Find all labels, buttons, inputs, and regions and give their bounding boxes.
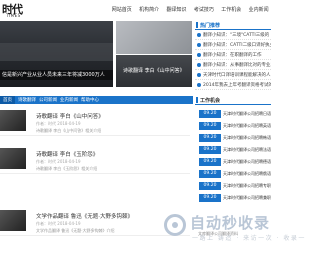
doc-link[interactable]: 文库翻译公司翻译资料	[198, 231, 238, 237]
nav-item-home[interactable]: 网站首页	[108, 6, 135, 14]
article-summary: 诗歌翻译 李白《山中问答》相关介绍	[36, 128, 102, 133]
logo-subtext: TIMES	[6, 13, 21, 18]
article-thumbnail[interactable]	[0, 110, 26, 131]
tab-help-center[interactable]: 帮助中心	[81, 97, 99, 103]
job-date-badge: 09.20	[199, 182, 221, 190]
article-title[interactable]: 诗歌翻译 李白《玉阶怨》	[36, 150, 98, 158]
nav-item-jobs[interactable]: 工作机会	[218, 6, 245, 14]
job-date-badge: 09.20	[199, 110, 221, 118]
bullet-icon	[197, 82, 201, 87]
tab-home[interactable]: 首页	[0, 96, 15, 104]
article-meta: 作者：时代 2018-04-19	[36, 121, 81, 126]
job-date-badge: 09.20	[199, 194, 221, 202]
article-meta: 作者：时代 2018-04-19	[36, 221, 81, 226]
hot-list-item[interactable]: 2014年我去上年考翻译资格考试的技巧方法	[195, 80, 271, 90]
category-tab-bar: 首页 诗歌翻译 公司新闻 业内新闻 帮助中心	[0, 96, 193, 104]
hot-item-text: 翻译小知识：CATTI二级口译好执业	[203, 42, 271, 48]
job-date-badge: 09.20	[199, 122, 221, 130]
bullet-icon	[197, 32, 201, 37]
job-title: 天津时代翻译公司招聘兼职	[223, 195, 271, 200]
hero-banner-side-top[interactable]	[116, 21, 192, 54]
watermark-overlay: 自动秒收录 一路上 铸造 · 来访一次 · 收录一	[162, 208, 304, 248]
nav-item-about[interactable]: 机构简介	[135, 6, 162, 14]
job-list-item[interactable]: 09.20 天津时代翻译公司招聘德语	[195, 157, 271, 167]
hero-caption[interactable]: 信是新兴产业从业人员未来三年将减3000万人	[0, 70, 113, 80]
panel-marker-icon	[196, 97, 198, 103]
nav-item-knowledge[interactable]: 翻译知识	[163, 6, 190, 14]
job-title: 天津时代翻译公司招聘韩语	[223, 135, 271, 140]
watermark-title: 自动秒收录	[190, 214, 271, 232]
hot-list-item[interactable]: 翻译小知识：在职翻译的工作	[195, 50, 271, 60]
bullet-icon	[197, 52, 201, 57]
hot-list-item[interactable]: 翻译小知识："三境"CATTI三级的	[195, 30, 271, 40]
job-panel-header: 工作机会	[195, 96, 271, 105]
job-list-item[interactable]: 09.20 天津时代翻译公司招聘韩语	[195, 133, 271, 143]
job-date-badge: 09.20	[199, 146, 221, 154]
hot-item-text: 天津时代口译培训课程能解决的人	[203, 72, 271, 78]
nav-item-news[interactable]: 业内新闻	[245, 6, 272, 14]
job-list-item[interactable]: 09.20 天津时代翻译公司招聘日语	[195, 109, 271, 119]
job-title: 天津时代翻译公司招聘日语	[223, 111, 271, 116]
tab-industry-news[interactable]: 业内新闻	[60, 97, 78, 103]
bullet-icon	[197, 62, 201, 67]
job-date-badge: 09.20	[199, 170, 221, 178]
bullet-icon	[197, 42, 201, 47]
hero-side-caption: 诗歌翻译 李白《山中问答》	[123, 68, 185, 74]
job-date-badge: 09.20	[199, 134, 221, 142]
watermark-logo-icon	[162, 212, 188, 238]
hot-list-item[interactable]: 天津时代口译培训课程能解决的人	[195, 70, 271, 80]
hot-item-text: 翻译小知识：从事翻译比对的专业工作	[203, 62, 271, 68]
job-date-badge: 09.20	[199, 158, 221, 166]
hot-recommend-panel: 热门推荐 翻译小知识："三境"CATTI三级的 翻译小知识：CATTI二级口译好…	[195, 21, 271, 95]
hot-panel-title: 热门推荐	[200, 22, 221, 29]
hot-item-text: 2014年我去上年考翻译资格考试的技巧方法	[203, 82, 271, 88]
job-list-item[interactable]: 09.20 天津时代翻译公司招聘专职	[195, 181, 271, 191]
article-thumbnail[interactable]	[0, 148, 26, 169]
hot-list-item[interactable]: 翻译小知识：从事翻译比对的专业工作	[195, 60, 271, 70]
job-list-item[interactable]: 09.20 天津时代翻译公司招聘英语	[195, 121, 271, 131]
article-meta: 作者：时代 2018-04-19	[36, 159, 81, 164]
job-title: 天津时代翻译公司招聘德语	[223, 159, 271, 164]
hot-list-item[interactable]: 翻译小知识：CATTI二级口译好执业	[195, 40, 271, 50]
tab-poetry-translation[interactable]: 诗歌翻译	[18, 97, 36, 103]
watermark-dot-icon	[172, 222, 178, 228]
job-list-item[interactable]: 09.20 天津时代翻译公司招聘俄语	[195, 169, 271, 179]
site-logo[interactable]: 时代 TIMES	[2, 1, 23, 19]
article-title[interactable]: 文学作品翻译 鲁迅《无题·大野多钩棘》	[36, 212, 133, 220]
hero-banner-side-bottom[interactable]: 诗歌翻译 李白《山中问答》	[116, 55, 192, 87]
hot-panel-header: 热门推荐	[195, 21, 271, 30]
job-list-item[interactable]: 09.20 天津时代翻译公司招聘法语	[195, 145, 271, 155]
article-item[interactable]: 诗歌翻译 李白《玉阶怨》 作者：时代 2018-04-19 诗歌翻译 李白《玉阶…	[0, 144, 190, 174]
job-title: 天津时代翻译公司招聘英语	[223, 123, 271, 128]
header: 时代 TIMES 网站首页 机构简介 翻译知识 考试技巧 工作机会 业内新闻	[0, 0, 271, 21]
bullet-icon	[197, 72, 201, 77]
job-title: 天津时代翻译公司招聘俄语	[223, 171, 271, 176]
top-navigation: 网站首页 机构简介 翻译知识 考试技巧 工作机会 业内新闻	[108, 6, 272, 14]
article-title[interactable]: 诗歌翻译 李白《山中问答》	[36, 112, 104, 120]
hot-item-text: 翻译小知识："三境"CATTI三级的	[203, 32, 270, 38]
job-title: 天津时代翻译公司招聘专职	[223, 183, 271, 188]
article-item[interactable]: 诗歌翻译 李白《山中问答》 作者：时代 2018-04-19 诗歌翻译 李白《山…	[0, 106, 190, 136]
article-thumbnail[interactable]	[0, 210, 26, 231]
article-summary: 文学作品翻译 鲁迅《无题·大野多钩棘》介绍	[36, 228, 115, 233]
nav-item-exam-tips[interactable]: 考试技巧	[190, 6, 217, 14]
tab-company-news[interactable]: 公司新闻	[39, 97, 57, 103]
hot-item-text: 翻译小知识：在职翻译的工作	[203, 52, 262, 58]
hero-image-detail	[0, 43, 113, 61]
panel-marker-icon	[196, 22, 198, 28]
article-summary: 诗歌翻译 李白《玉阶怨》相关介绍	[36, 166, 98, 171]
job-panel-title: 工作机会	[200, 97, 221, 104]
job-title: 天津时代翻译公司招聘法语	[223, 147, 271, 152]
job-opportunities-panel: 工作机会 09.20 天津时代翻译公司招聘日语 09.20 天津时代翻译公司招聘英语…	[195, 96, 271, 206]
job-list-item[interactable]: 09.20 天津时代翻译公司招聘兼职	[195, 193, 271, 203]
